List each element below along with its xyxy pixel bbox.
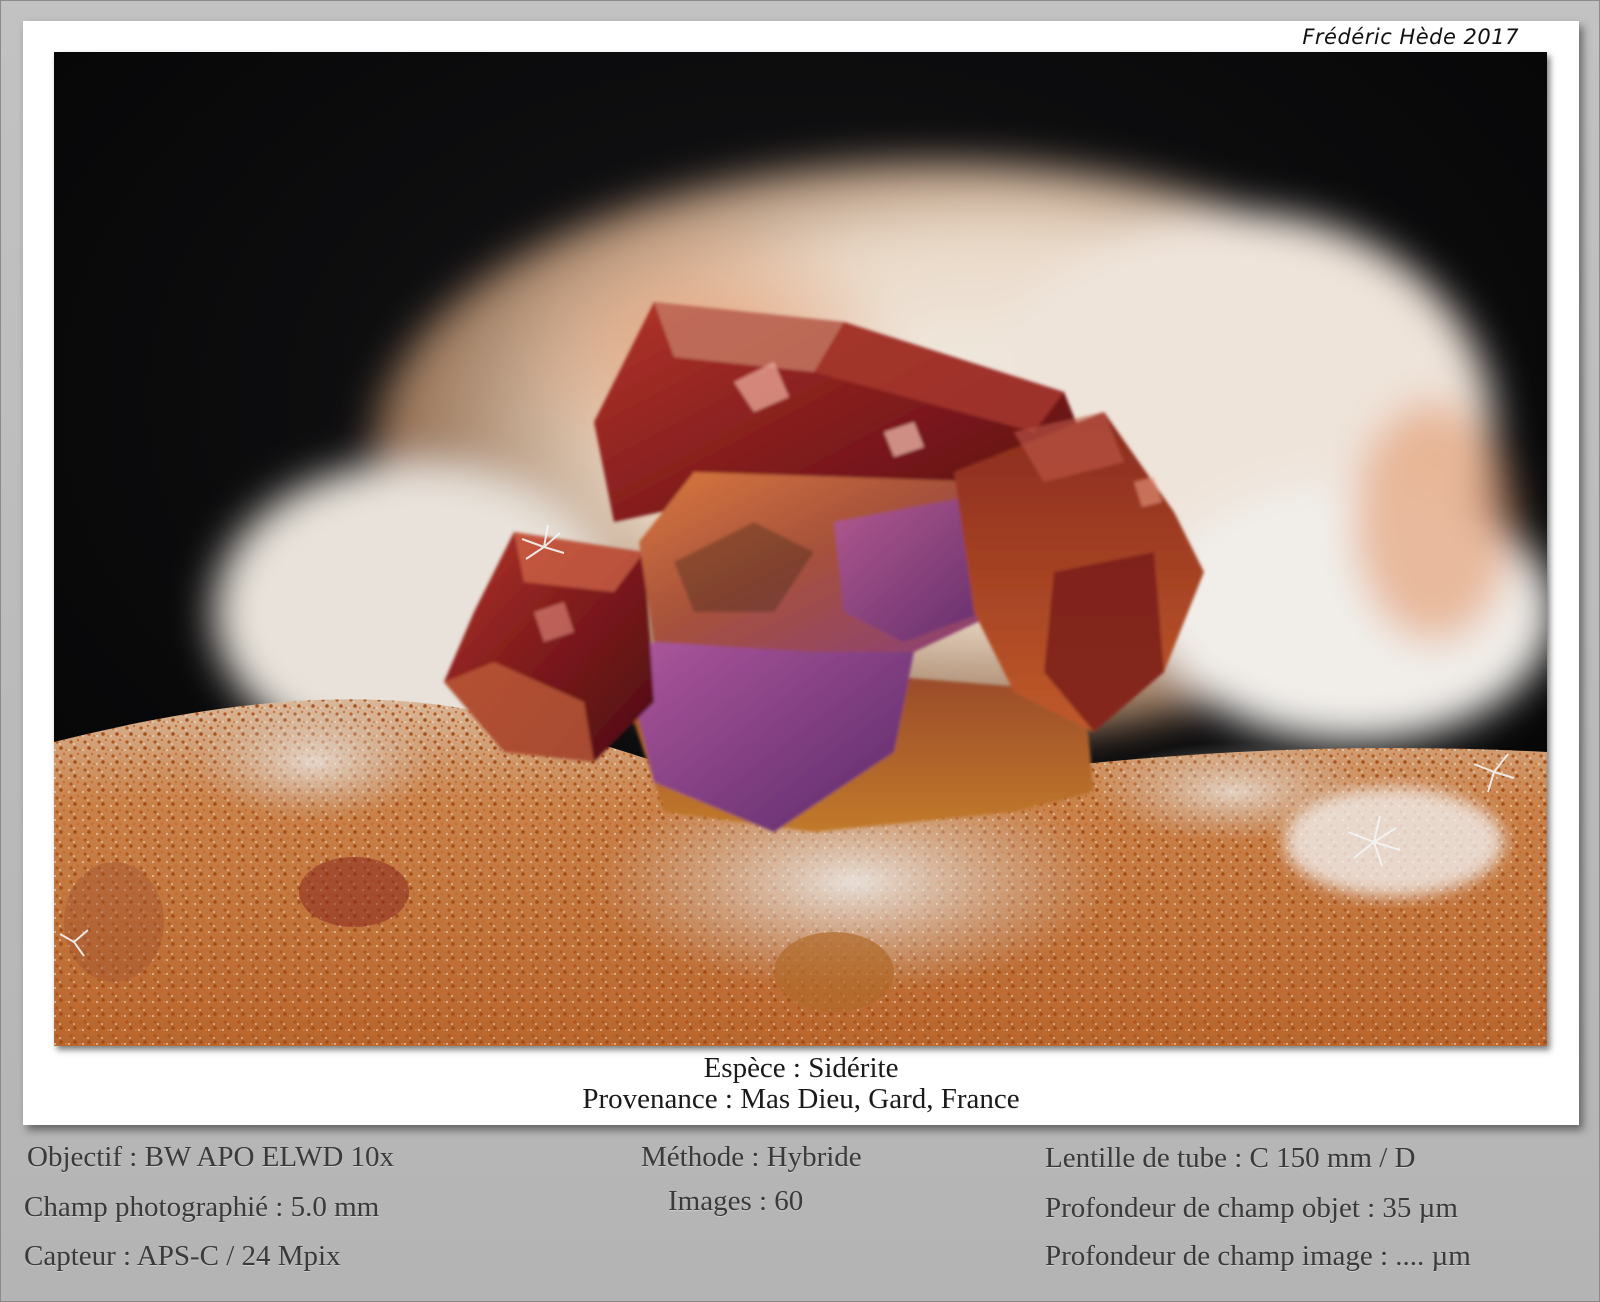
specimen-caption: Espèce : Sidérite Provenance : Mas Dieu,… bbox=[23, 1053, 1579, 1115]
meta-sensor: Capteur : APS-C / 24 Mpix bbox=[24, 1240, 341, 1272]
photographer-credit: Frédéric Hède 2017 bbox=[1302, 25, 1519, 49]
origin-label: Provenance : Mas Dieu, Gard, France bbox=[582, 1083, 1020, 1115]
species-label: Espèce : Sidérite bbox=[703, 1052, 899, 1084]
meta-objective: Objectif : BW APO ELWD 10x bbox=[27, 1141, 395, 1173]
meta-object-dof: Profondeur de champ objet : 35 µm bbox=[1045, 1192, 1458, 1224]
meta-images: Images : 60 bbox=[668, 1185, 804, 1217]
page-frame: Frédéric Hède 2017 Espèce: Sidérite Pro… bbox=[0, 0, 1600, 1302]
mineral-photograph bbox=[54, 52, 1547, 1046]
meta-image-dof: Profondeur de champ image : .... µm bbox=[1045, 1240, 1471, 1272]
mineral-specimen-image bbox=[54, 52, 1547, 1046]
meta-tube-lens: Lentille de tube : C 150 mm / D bbox=[1045, 1142, 1416, 1174]
meta-field: Champ photographié : 5.0 mm bbox=[24, 1191, 380, 1223]
meta-method: Méthode : Hybride bbox=[641, 1141, 862, 1173]
